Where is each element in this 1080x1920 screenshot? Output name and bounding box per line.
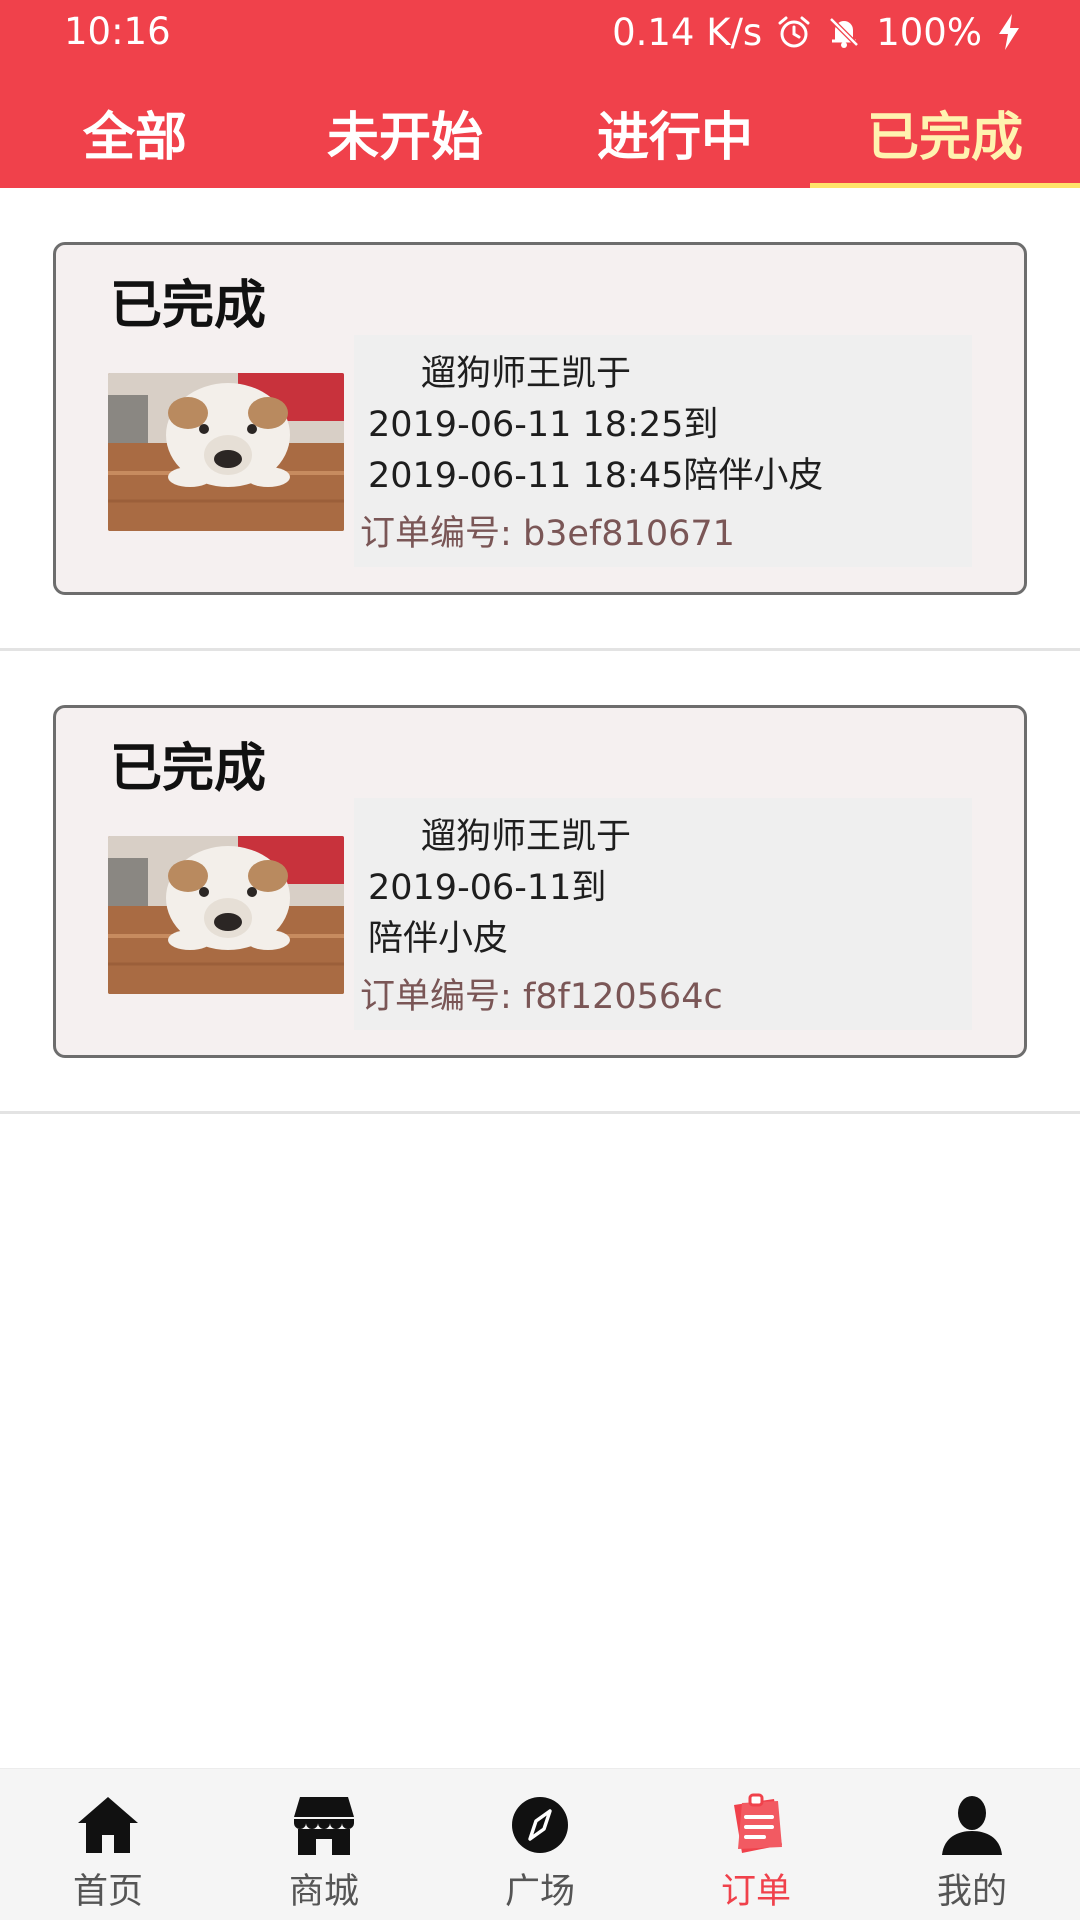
order-list: 已完成 遛狗师王凯于 2019-06-11 18:25到 2019-06-11 … [0,188,1080,1114]
status-time: 10:16 [64,10,171,53]
tab-label: 进行中 [596,107,753,168]
order-number: 订单编号: b3ef810671 [360,505,735,556]
nav-label: 订单 [720,1872,791,1912]
description-line: 遛狗师王凯于 [421,817,632,857]
nav-square[interactable]: 广场 [432,1769,648,1920]
order-number-value: b3ef810671 [522,514,735,554]
order-info-panel: 遛狗师王凯于 2019-06-11到 陪伴小皮 订单编号: f8f120564c [354,798,972,1030]
nav-profile[interactable]: 我的 [864,1769,1080,1920]
tab-label: 未开始 [326,107,483,168]
description-line: 陪伴小皮 [368,919,509,959]
home-icon [76,1793,140,1857]
user-icon [940,1793,1004,1857]
description-line: 2019-06-11到 [368,868,607,908]
order-number: 订单编号: f8f120564c [360,968,723,1019]
description-line: 遛狗师王凯于 [421,354,632,394]
nav-label: 我的 [936,1872,1007,1912]
orders-icon [724,1793,788,1857]
order-status-title: 已完成 [110,276,267,336]
order-description: 遛狗师王凯于 2019-06-11 18:25到 2019-06-11 18:4… [368,349,958,502]
compass-icon [508,1793,572,1857]
store-icon [292,1793,356,1857]
order-status-tabs: 全部 未开始 进行中 已完成 [0,76,1080,188]
tab-label: 已完成 [866,107,1023,168]
description-line: 2019-06-11 18:25到 [368,405,719,445]
charging-icon [996,13,1022,51]
network-speed: 0.14 K/s [612,10,763,54]
order-status-title: 已完成 [110,739,267,799]
bottom-navigation: 首页 商城 广场 订单 我的 [0,1768,1080,1920]
status-bar: 10:16 0.14 K/s 100% [0,0,1080,66]
order-card[interactable]: 已完成 [53,242,1027,595]
alarm-icon [776,14,812,50]
nav-label: 首页 [72,1872,143,1912]
bell-off-icon [826,14,862,50]
tab-all[interactable]: 全部 [0,76,270,188]
description-line: 2019-06-11 18:45陪伴小皮 [368,456,824,496]
tab-label: 全部 [82,107,187,168]
tab-not-started[interactable]: 未开始 [270,76,540,188]
nav-store[interactable]: 商城 [216,1769,432,1920]
order-number-label: 订单编号: [360,977,512,1017]
order-info-panel: 遛狗师王凯于 2019-06-11 18:25到 2019-06-11 18:4… [354,335,972,567]
status-indicators: 0.14 K/s 100% [612,8,1022,56]
nav-label: 广场 [504,1872,575,1912]
order-number-label: 订单编号: [360,514,512,554]
nav-label: 商城 [288,1872,359,1912]
order-number-value: f8f120564c [522,977,723,1017]
bulldog-photo [108,836,344,994]
order-list-item[interactable]: 已完成 [0,651,1080,1114]
order-list-item[interactable]: 已完成 [0,188,1080,651]
order-description: 遛狗师王凯于 2019-06-11到 陪伴小皮 [368,812,958,965]
nav-orders[interactable]: 订单 [648,1769,864,1920]
battery-level: 100% [876,10,982,54]
bulldog-photo [108,373,344,531]
order-card[interactable]: 已完成 [53,705,1027,1058]
tab-in-progress[interactable]: 进行中 [540,76,810,188]
tab-completed[interactable]: 已完成 [810,76,1080,188]
app-header: 10:16 0.14 K/s 100% 全部 未开始 进行中 已完成 [0,0,1080,188]
nav-home[interactable]: 首页 [0,1769,216,1920]
